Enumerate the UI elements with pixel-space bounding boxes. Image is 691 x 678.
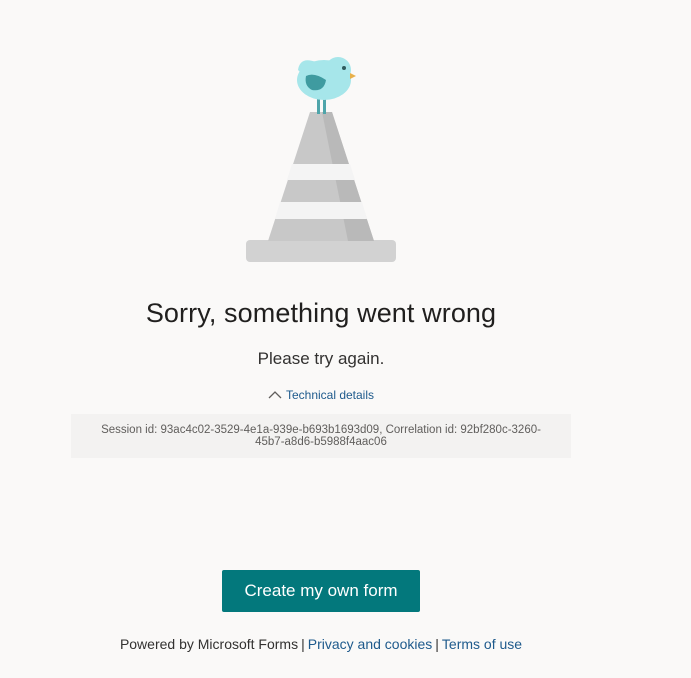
technical-details-panel: Session id: 93ac4c02-3529-4e1a-939e-b693… xyxy=(71,414,571,458)
error-page: Sorry, something went wrong Please try a… xyxy=(0,0,691,678)
footer-separator: | xyxy=(301,636,305,652)
footer: Powered by Microsoft Forms | Privacy and c… xyxy=(0,636,642,652)
technical-details-text: Session id: 93ac4c02-3529-4e1a-939e-b693… xyxy=(101,424,541,448)
powered-by-text: Powered by Microsoft Forms xyxy=(119,636,299,652)
footer-separator: | xyxy=(435,636,439,652)
chevron-up-icon xyxy=(268,391,282,399)
traffic-cone-bird-illustration xyxy=(246,57,396,262)
error-subtitle: Please try again. xyxy=(257,349,385,368)
error-title: Sorry, something went wrong xyxy=(145,298,497,328)
privacy-and-cookies-link[interactable]: Privacy and cookies xyxy=(308,636,433,652)
create-my-own-form-button[interactable]: Create my own form xyxy=(222,570,420,612)
technical-details-label: Technical details xyxy=(285,388,375,402)
terms-of-use-link[interactable]: Terms of use xyxy=(442,636,522,652)
technical-details-toggle[interactable]: Technical details xyxy=(0,388,642,402)
